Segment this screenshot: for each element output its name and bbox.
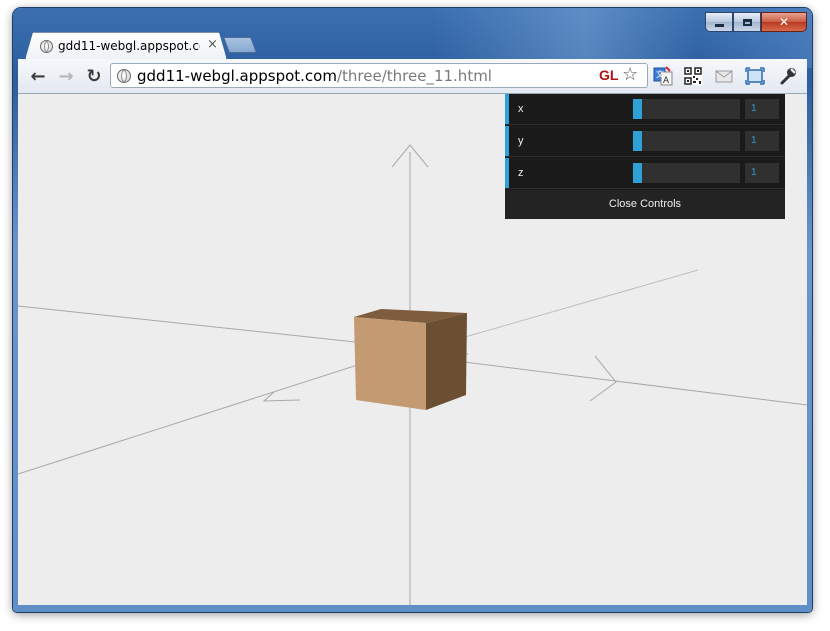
browser-window: ✕ gdd11-webgl.appspot.com/ × ← → ↻ gdd11… xyxy=(13,8,812,612)
slider-x[interactable] xyxy=(633,99,740,119)
webgl-canvas[interactable]: x 1 y 1 z 1 Close Controls xyxy=(18,94,807,605)
dat-gui-panel: x 1 y 1 z 1 Close Controls xyxy=(505,94,785,219)
number-input-z[interactable]: 1 xyxy=(745,163,779,183)
url-path: /three/three_11.html xyxy=(336,67,492,85)
control-label-z: z xyxy=(518,167,524,179)
url-text[interactable]: gdd11-webgl.appspot.com/three/three_11.h… xyxy=(137,67,492,85)
tab-active[interactable]: gdd11-webgl.appspot.com/ × xyxy=(25,32,227,60)
slider-fill-y xyxy=(633,131,642,151)
axis-line-x-pos xyxy=(447,359,807,406)
new-tab-button[interactable] xyxy=(223,37,257,53)
slider-fill-x xyxy=(633,99,642,119)
control-row-y: y 1 xyxy=(505,126,785,157)
close-window-button[interactable]: ✕ xyxy=(761,12,807,32)
number-input-x[interactable]: 1 xyxy=(745,99,779,119)
window-caption-buttons: ✕ xyxy=(705,12,807,32)
qr-code-icon[interactable] xyxy=(683,66,703,86)
slider-y[interactable] xyxy=(633,131,740,151)
control-label-y: y xyxy=(518,135,524,147)
reload-button[interactable]: ↻ xyxy=(82,64,106,88)
svg-text:文: 文 xyxy=(656,69,664,79)
toolbar: ← → ↻ gdd11-webgl.appspot.com/three/thre… xyxy=(18,59,807,94)
number-input-y[interactable]: 1 xyxy=(745,131,779,151)
back-button[interactable]: ← xyxy=(26,64,50,88)
wrench-icon[interactable] xyxy=(778,66,798,86)
page-info-icon[interactable] xyxy=(117,69,131,83)
maximize-button[interactable] xyxy=(733,12,761,32)
slider-z[interactable] xyxy=(633,163,740,183)
fullscreen-icon[interactable] xyxy=(745,66,765,86)
tab-title: gdd11-webgl.appspot.com/ xyxy=(58,39,200,53)
close-controls-button[interactable]: Close Controls xyxy=(505,190,785,219)
cube-front-face xyxy=(354,317,426,410)
url-host: gdd11-webgl.appspot.com xyxy=(137,67,337,85)
control-label-x: x xyxy=(518,103,524,115)
translate-icon[interactable]: A 文 xyxy=(653,66,673,86)
close-icon: ✕ xyxy=(778,15,790,29)
minimize-icon xyxy=(714,23,724,27)
control-row-z: z 1 xyxy=(505,158,785,189)
address-bar[interactable]: gdd11-webgl.appspot.com/three/three_11.h… xyxy=(110,63,648,88)
minimize-button[interactable] xyxy=(705,12,733,32)
tab-close-button[interactable]: × xyxy=(207,37,218,52)
forward-button[interactable]: → xyxy=(54,64,78,88)
bookmark-star-icon[interactable]: ☆ xyxy=(622,64,638,85)
mail-icon[interactable] xyxy=(714,66,734,86)
cube-side-face xyxy=(426,313,467,410)
maximize-icon xyxy=(742,18,752,26)
webgl-badge[interactable]: GL xyxy=(599,67,618,83)
slider-fill-z xyxy=(633,163,642,183)
control-row-x: x 1 xyxy=(505,94,785,125)
globe-icon xyxy=(40,40,53,53)
axis-line-z-pos xyxy=(457,269,699,340)
